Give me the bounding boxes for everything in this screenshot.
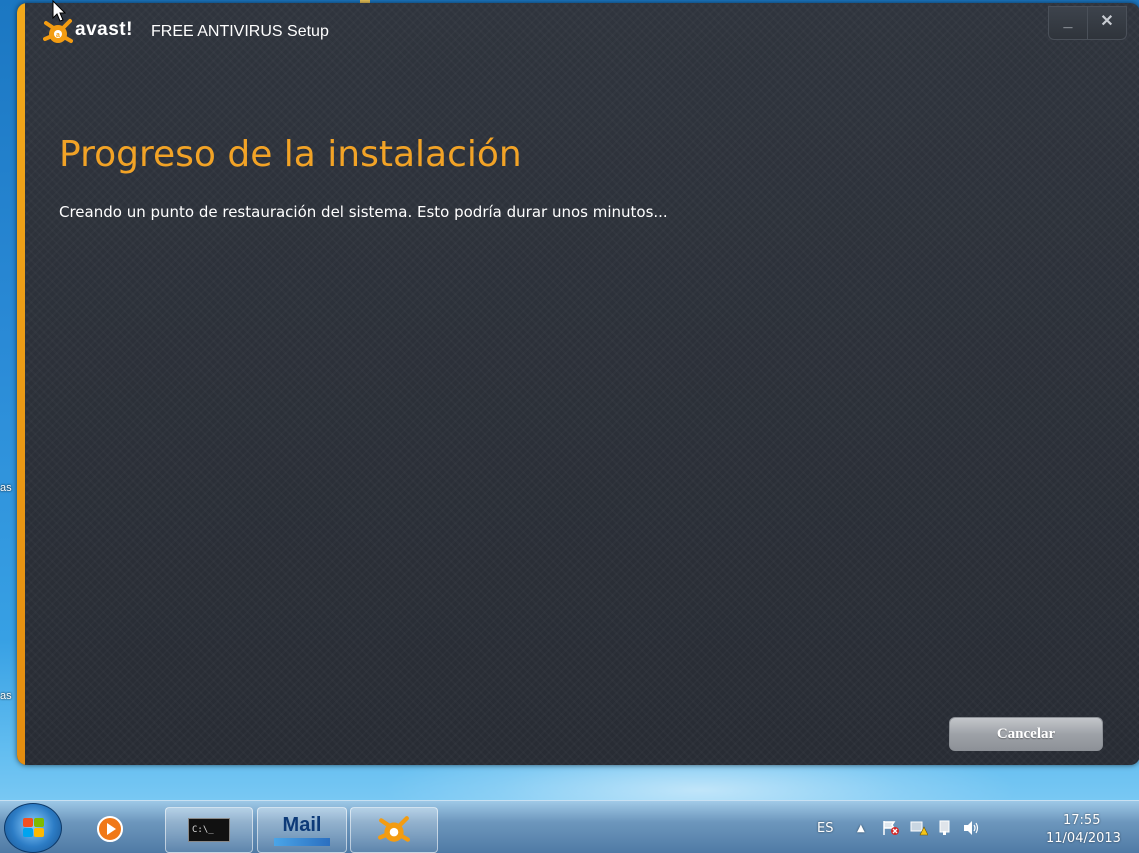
brand-logo-text: avast! [75,19,133,40]
action-center-flag-icon[interactable] [882,820,900,836]
command-prompt-icon: C:\_ [188,818,230,842]
clock-time[interactable]: 17:55 [1063,813,1100,828]
network-warning-icon[interactable] [910,820,928,836]
page-title: Progreso de la instalación [59,134,522,176]
taskbar-cmd-button[interactable]: C:\_ [165,807,253,853]
close-button[interactable]: ✕ [1088,6,1127,40]
windows-logo-icon [23,818,45,838]
svg-text:a: a [56,32,60,39]
start-button[interactable] [4,803,62,853]
mouse-cursor-icon [52,0,66,22]
avast-icon [378,816,410,842]
window-accent-bar [17,3,25,765]
window-title: FREE ANTIVIRUS Setup [151,23,329,40]
taskbar-media-player-button[interactable] [84,807,144,851]
media-player-icon [97,816,123,842]
show-hidden-icons-icon[interactable]: ▲ [857,823,865,834]
usb-device-icon[interactable] [937,820,955,836]
taskbar: C:\_ Mail ES ▲ 17:55 11/04/2013 [0,800,1139,853]
setup-window: a avast! FREE ANTIVIRUS Setup _ ✕ Progre… [17,3,1139,765]
clock-date[interactable]: 11/04/2013 [1046,831,1121,846]
cancel-button[interactable]: Cancelar [949,717,1103,751]
taskbar-avast-button[interactable] [350,807,438,853]
minimize-button[interactable]: _ [1048,6,1088,40]
desktop-icon-label[interactable]: as [0,482,12,494]
volume-icon[interactable] [963,820,981,836]
titlebar[interactable]: a avast! FREE ANTIVIRUS Setup _ ✕ [25,3,1139,59]
status-message: Creando un punto de restauración del sis… [59,203,668,221]
system-tray: ES ▲ 17:55 11/04/2013 [809,801,1139,853]
language-indicator[interactable]: ES [817,821,833,836]
desktop-icon-label[interactable]: as [0,690,12,702]
taskbar-mail-button[interactable]: Mail [257,807,347,853]
mail-icon-band [274,838,330,846]
